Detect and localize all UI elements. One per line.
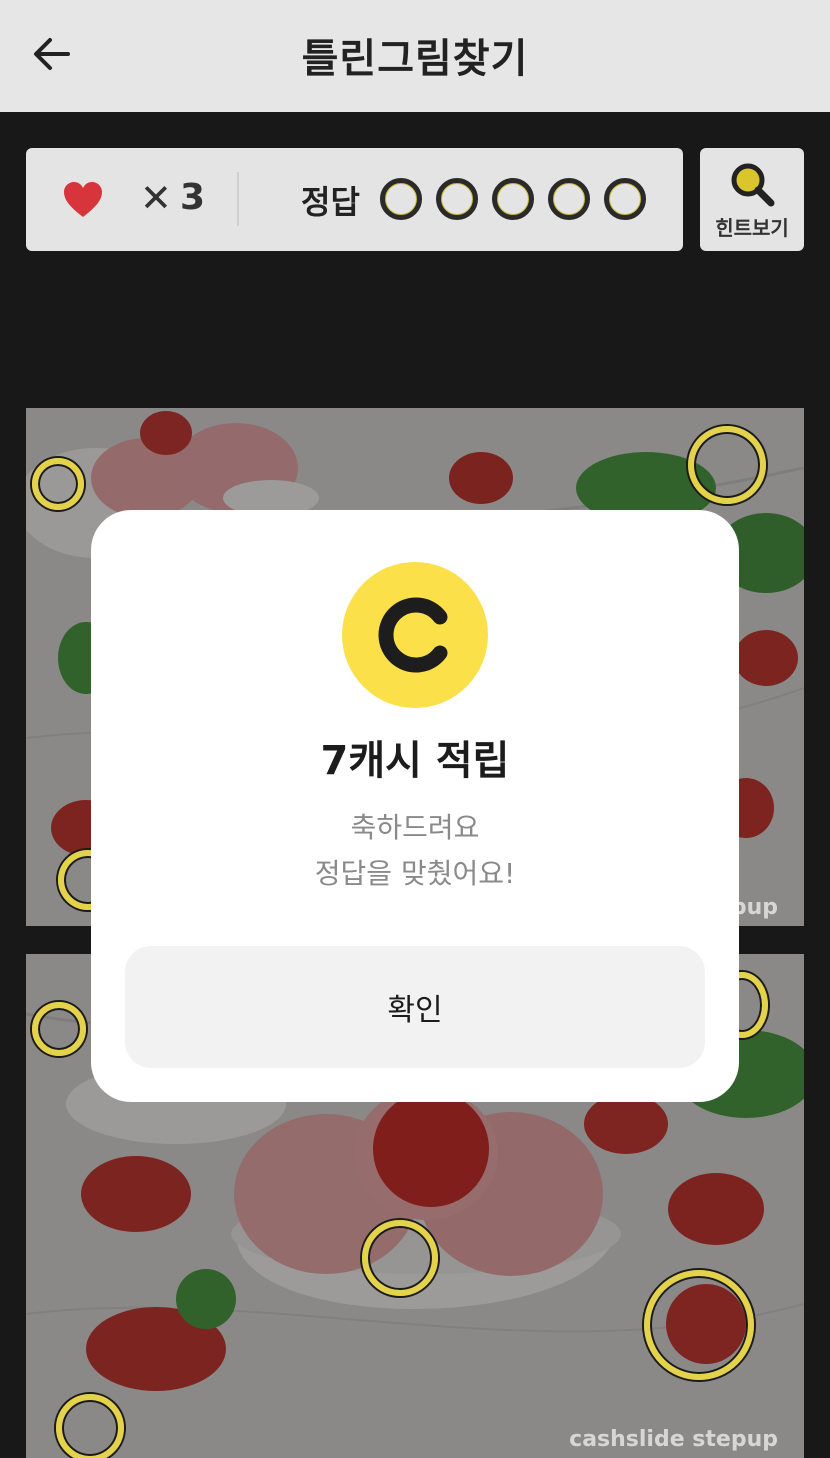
- app-header: 틀린그림찾기: [0, 0, 830, 112]
- heart-icon: [64, 182, 102, 217]
- cash-coin-icon: [342, 562, 488, 708]
- answer-label: 정답: [301, 183, 360, 221]
- answer-slots: [380, 178, 646, 220]
- divider: [237, 172, 239, 226]
- congrats-message: 축하드려요: [350, 811, 480, 844]
- answer-slot: [548, 178, 590, 220]
- times-symbol: ✕: [140, 176, 172, 220]
- answer-slot: [604, 178, 646, 220]
- answer-slot: [380, 178, 422, 220]
- reward-title: 7캐시 적립: [320, 738, 510, 784]
- hint-button[interactable]: 힌트보기: [700, 148, 804, 251]
- lives-count: 3: [180, 177, 206, 218]
- magnifier-icon: [731, 163, 775, 207]
- confirm-button[interactable]: 확인: [125, 946, 705, 1068]
- reward-dialog: 7캐시 적립 축하드려요 정답을 맞췄어요! 확인: [91, 510, 739, 1102]
- found-difference-marker: [32, 1002, 86, 1056]
- watermark: cashslide stepup: [569, 1427, 778, 1452]
- found-difference-marker: [56, 1394, 124, 1458]
- found-difference-marker: [362, 1220, 438, 1296]
- status-panel: ✕ 3 정답: [26, 148, 683, 251]
- found-difference-marker: [688, 426, 766, 504]
- answer-slot: [492, 178, 534, 220]
- game-screen: 틀린그림찾기 ✕ 3 정답 힌트보기 cashslide stepup 7캐시 …: [0, 0, 830, 1458]
- correct-message: 정답을 맞췄어요!: [314, 857, 516, 890]
- hint-label: 힌트보기: [715, 216, 789, 240]
- found-difference-marker: [644, 1270, 754, 1380]
- page-title: 틀린그림찾기: [301, 36, 529, 82]
- found-difference-marker: [32, 458, 84, 510]
- answer-slot: [436, 178, 478, 220]
